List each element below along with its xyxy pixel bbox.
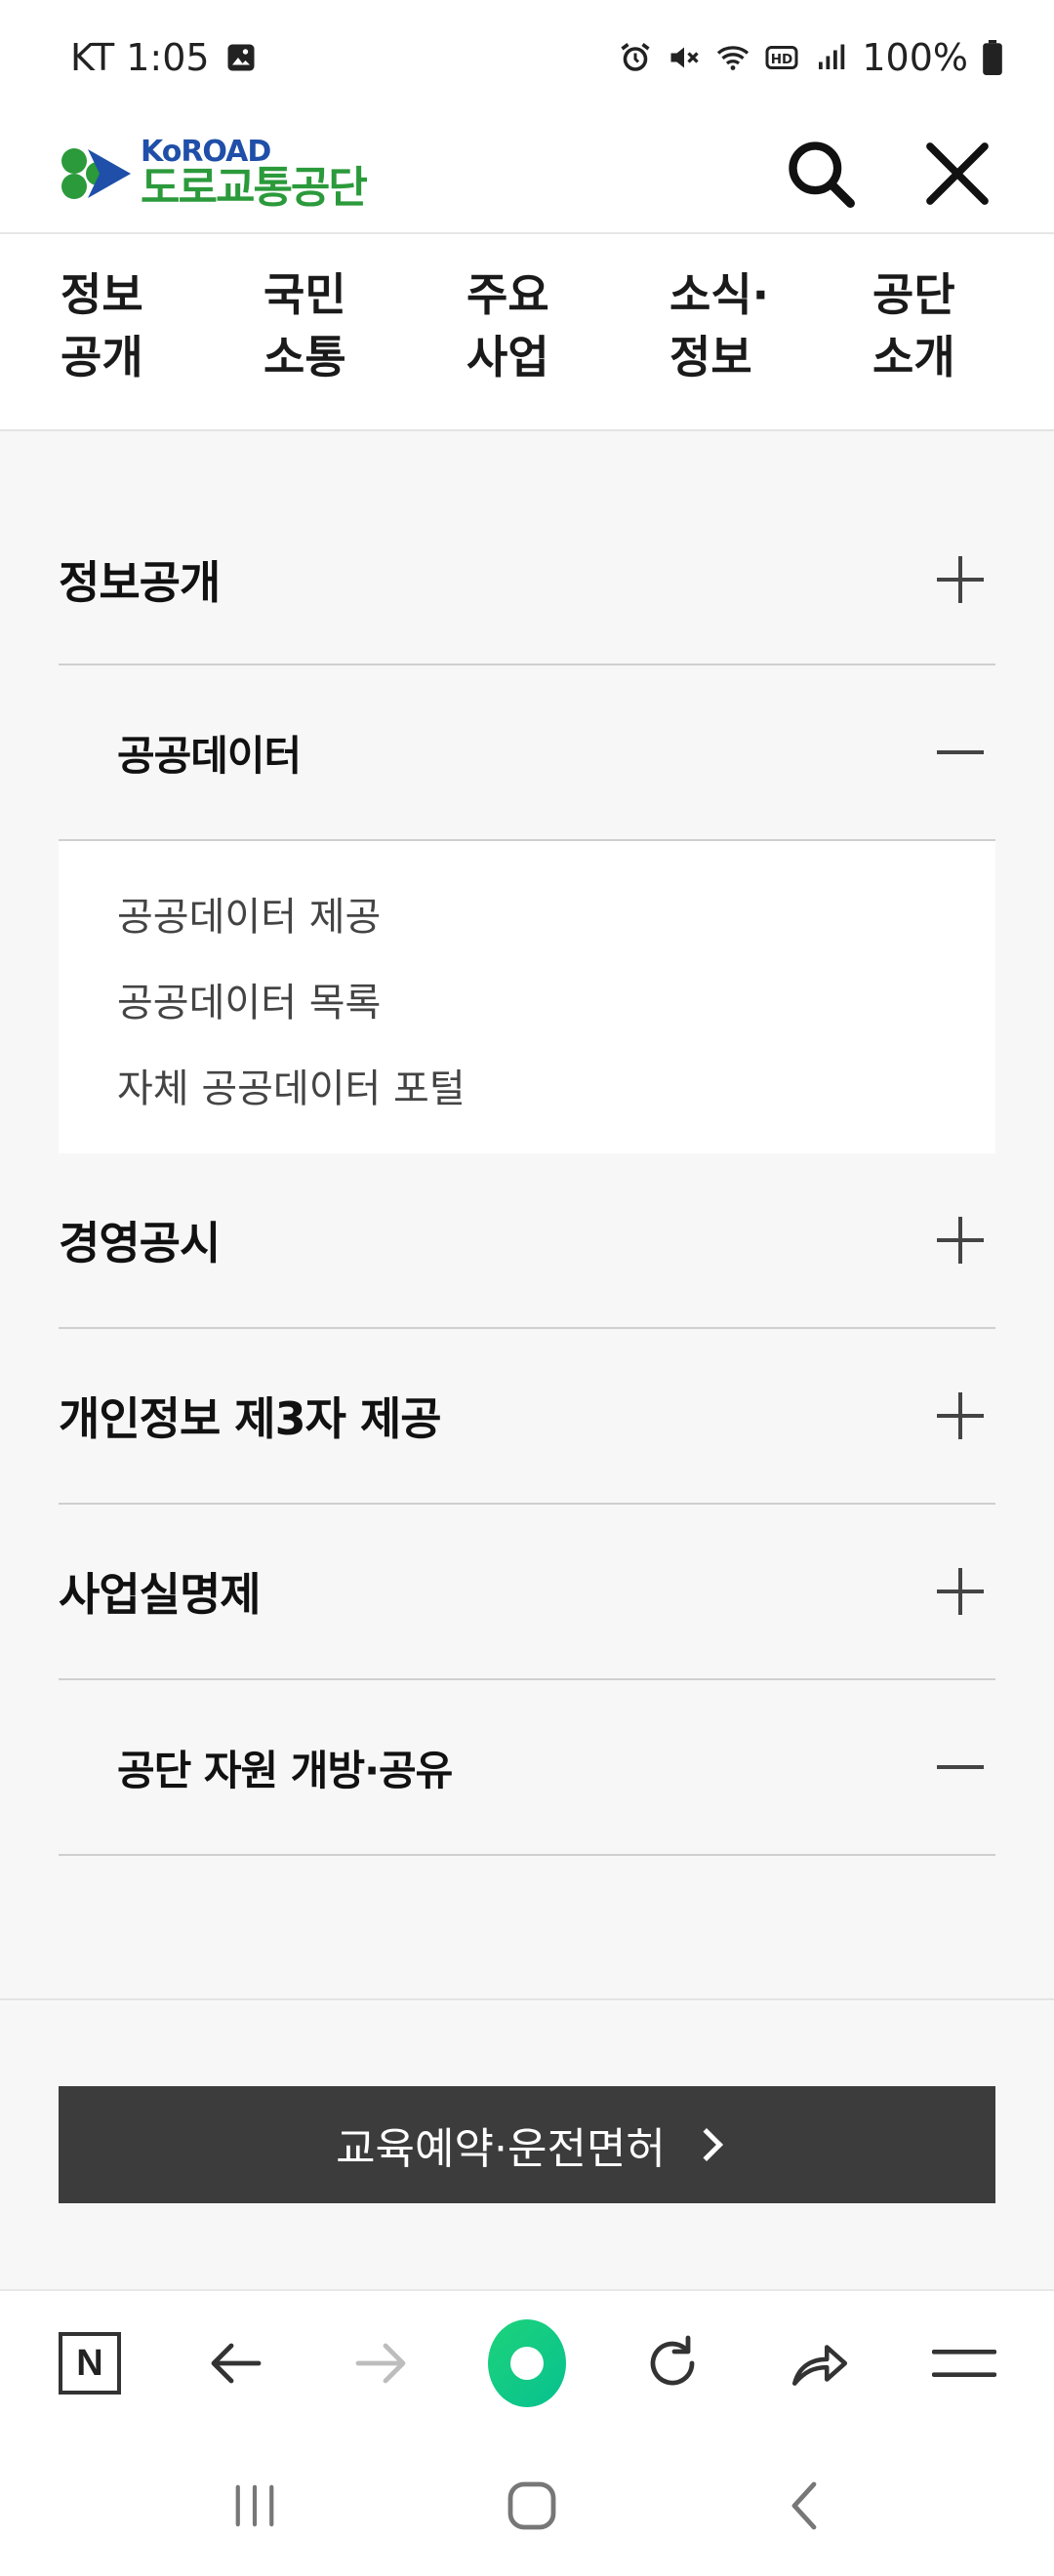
green-dot-button[interactable] <box>487 2319 566 2407</box>
chevron-right-icon <box>689 2128 723 2161</box>
menu-project-realname[interactable]: 사업실명제 <box>59 1505 995 1680</box>
menu-label: 사업실명제 <box>59 1568 262 1621</box>
plus-icon <box>937 1568 984 1615</box>
home-icon[interactable] <box>507 2480 557 2531</box>
nav-item-info[interactable]: 정보 공개 <box>61 263 178 429</box>
naver-n-icon: N <box>59 2332 121 2395</box>
svg-text:HD: HD <box>771 52 793 67</box>
menu-label: 공단 자원 개방·공유 <box>117 1746 453 1794</box>
mute-icon <box>670 47 700 68</box>
link-public-data-portal[interactable]: 자체 공공데이터 포털 <box>117 1042 995 1128</box>
nav-item-about[interactable]: 공단 소개 <box>872 263 990 429</box>
menu-third-party[interactable]: 개인정보 제3자 제공 <box>59 1329 995 1505</box>
minus-icon <box>937 729 984 776</box>
signal-icon <box>819 44 845 69</box>
share-arrow-icon <box>791 2345 847 2386</box>
search-button[interactable] <box>783 136 859 212</box>
link-public-data-list[interactable]: 공공데이터 목록 <box>117 956 995 1042</box>
green-dot-icon <box>487 2319 566 2407</box>
nav-item-news[interactable]: 소식· 정보 <box>669 263 787 429</box>
share-button[interactable] <box>780 2324 858 2402</box>
link-public-data-provide[interactable]: 공공데이터 제공 <box>117 870 995 956</box>
close-menu-button[interactable] <box>919 136 995 212</box>
public-data-sublist: 공공데이터 제공 공공데이터 목록 자체 공공데이터 포털 <box>59 841 995 1153</box>
search-icon <box>789 141 855 208</box>
nav-item-communication[interactable]: 국민 소통 <box>264 263 381 429</box>
carrier-time: KT 1:05 <box>70 36 210 79</box>
plus-icon <box>937 556 984 603</box>
naver-home-button[interactable]: N <box>51 2324 129 2402</box>
wifi-icon <box>717 46 750 70</box>
clover-logo-icon <box>61 148 131 199</box>
close-icon <box>926 142 989 205</box>
arrow-left-icon <box>211 2343 262 2384</box>
koroad-logo[interactable]: KoROAD 도로교통공단 <box>59 138 368 213</box>
back-button[interactable] <box>196 2324 274 2402</box>
accordion-menu: 정보공개 공공데이터 공공데이터 제공 공공데이터 목록 자체 공공데이터 포털… <box>59 496 995 1856</box>
section-divider <box>0 1998 1054 2000</box>
menu-label: 공공데이터 <box>117 731 302 780</box>
top-nav: 정보 공개 국민 소통 주요 사업 소식· 정보 공단 소개 <box>0 234 1054 431</box>
hd-icon: HD <box>765 46 798 69</box>
site-header: KoROAD 도로교통공단 <box>0 115 1054 234</box>
nav-item-business[interactable]: 주요 사업 <box>466 263 584 429</box>
forward-button[interactable] <box>343 2324 421 2402</box>
alarm-icon <box>621 43 650 71</box>
menu-label: 개인정보 제3자 제공 <box>59 1392 442 1445</box>
minus-icon <box>937 1744 984 1791</box>
battery-icon <box>983 40 1002 75</box>
plus-icon <box>937 1217 984 1264</box>
plus-icon <box>937 1392 984 1439</box>
system-back-icon[interactable] <box>785 2480 824 2531</box>
menu-public-data[interactable]: 공공데이터 <box>59 665 995 841</box>
refresh-icon <box>650 2335 695 2386</box>
menu-info-disclosure[interactable]: 정보공개 <box>59 496 995 665</box>
gallery-notification-icon <box>227 44 255 71</box>
refresh-button[interactable] <box>633 2324 711 2402</box>
status-bar: KT 1:05 HD 100% <box>0 0 1054 115</box>
education-license-button[interactable]: 교육예약·운전면허 <box>59 2086 995 2203</box>
cta-label: 교육예약·운전면허 <box>336 2124 666 2174</box>
menu-label: 경영공시 <box>59 1217 221 1269</box>
arrow-right-icon <box>355 2343 406 2384</box>
system-navigation-bar <box>0 2435 1054 2576</box>
menu-resource-open[interactable]: 공단 자원 개방·공유 <box>59 1680 995 1856</box>
browser-toolbar: N <box>0 2289 1054 2435</box>
menu-button[interactable] <box>925 2324 1003 2402</box>
hamburger-menu-icon <box>931 2350 996 2377</box>
logo-korean: 도로교통공단 <box>141 163 368 213</box>
battery-percent: 100% <box>862 36 968 79</box>
menu-label: 정보공개 <box>59 556 221 609</box>
menu-management-notice[interactable]: 경영공시 <box>59 1153 995 1329</box>
recent-apps-icon[interactable] <box>230 2483 279 2528</box>
